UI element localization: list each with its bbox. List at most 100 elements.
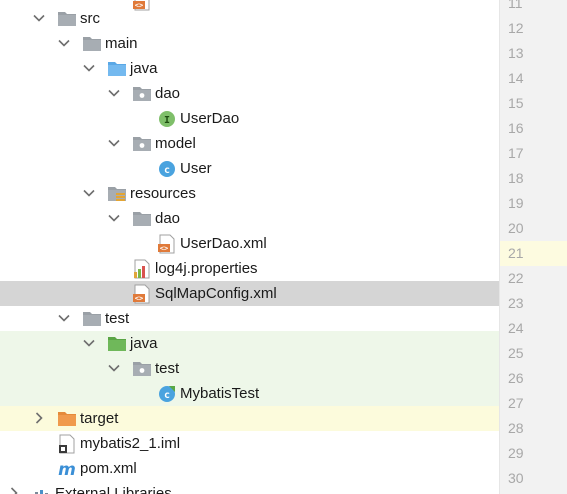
line-number: 26 [508, 370, 524, 386]
folder-gray-icon [82, 34, 102, 54]
tree-item-label: main [105, 35, 138, 52]
line-number: 28 [508, 420, 524, 436]
tree-item-label: model [155, 135, 196, 152]
line-number: 25 [508, 345, 524, 361]
chevron-down-icon[interactable] [82, 186, 96, 200]
svg-text:<>: <> [160, 245, 168, 253]
line-number: 20 [508, 220, 524, 236]
chevron-right-icon[interactable] [7, 486, 21, 494]
package-icon [132, 84, 152, 104]
chevron-down-icon[interactable] [107, 361, 121, 375]
tree-item-pom-xml[interactable]: m pom.xml [0, 456, 499, 481]
line-number: 24 [508, 320, 524, 336]
tree-item-resources[interactable]: resources [0, 181, 499, 206]
tree-item-resources-dao[interactable]: dao [0, 206, 499, 231]
chevron-down-icon[interactable] [57, 36, 71, 50]
chevron-down-icon[interactable] [107, 136, 121, 150]
maven-icon: m [57, 459, 77, 479]
package-icon [132, 134, 152, 154]
line-number: 11 [508, 0, 523, 11]
tree-item-label: MybatisTest [180, 385, 260, 402]
tree-item-label: resources [130, 185, 196, 202]
tree-item-model[interactable]: model [0, 131, 499, 156]
iml-file-icon [57, 434, 77, 454]
chevron-down-icon[interactable] [82, 336, 96, 350]
line-number: 12 [508, 20, 524, 36]
tree-item-label: SqlMapConfig.xml [155, 285, 277, 302]
tree-item-test-package[interactable]: test [0, 356, 499, 381]
line-number: 23 [508, 295, 524, 311]
project-tree[interactable]: <> src main java dao I UserDao model c User resour… [0, 0, 499, 494]
tree-item-label: log4j.properties [155, 260, 258, 277]
properties-file-icon [132, 259, 152, 279]
tree-item-java[interactable]: java [0, 56, 499, 81]
line-number: 22 [508, 270, 524, 286]
tree-item-userdao[interactable]: I UserDao [0, 106, 499, 131]
tree-item-label: mybatis2_1.iml [80, 435, 181, 452]
tree-item-label: dao [155, 210, 181, 227]
line-number: 17 [508, 145, 524, 161]
tree-item-label: src [80, 10, 100, 27]
tree-item-label: User [180, 160, 212, 177]
svg-text:I: I [164, 115, 170, 126]
tree-item-dao[interactable]: dao [0, 81, 499, 106]
folder-gray-icon [57, 9, 77, 29]
tree-item-main[interactable]: main [0, 31, 499, 56]
interface-icon: I [157, 109, 177, 129]
folder-green-icon [107, 334, 127, 354]
xml-file-icon: <> [157, 234, 177, 254]
line-number: 16 [508, 120, 524, 136]
chevron-down-icon[interactable] [57, 311, 71, 325]
package-icon [132, 359, 152, 379]
svg-text:c: c [164, 165, 170, 176]
tree-item-user[interactable]: c User [0, 156, 499, 181]
test-class-icon: c [157, 384, 177, 404]
line-number: 30 [508, 470, 524, 486]
svg-text:m: m [58, 460, 76, 479]
tree-item-mybatistest[interactable]: c MybatisTest [0, 381, 499, 406]
tree-item-label: External Libraries [55, 485, 172, 494]
line-number: 18 [508, 170, 524, 186]
tree-item-iml[interactable]: mybatis2_1.iml [0, 431, 499, 456]
line-number: 15 [508, 95, 524, 111]
chevron-down-icon[interactable] [32, 11, 46, 25]
resources-folder-icon [107, 184, 127, 204]
tree-item-label: java [130, 335, 158, 352]
editor-line-gutter: 11 12 13 14 15 16 17 18 19 20 21 22 23 24 25 26 27 28 29 30 [500, 0, 567, 494]
tree-item-label: UserDao [180, 110, 240, 127]
folder-gray-icon [82, 309, 102, 329]
tree-item-label: UserDao.xml [180, 235, 267, 252]
tree-item-src[interactable]: src [0, 6, 499, 31]
line-number: 19 [508, 195, 524, 211]
chevron-right-icon[interactable] [32, 411, 46, 425]
class-icon: c [157, 159, 177, 179]
line-number: 21 [500, 241, 567, 266]
tree-item-label: test [105, 310, 130, 327]
tree-item-userdao-xml[interactable]: <> UserDao.xml [0, 231, 499, 256]
line-number: 27 [508, 395, 524, 411]
line-number: 29 [508, 445, 524, 461]
libraries-icon [32, 484, 52, 494]
line-number: 13 [508, 45, 524, 61]
folder-gray-icon [132, 209, 152, 229]
tree-item-label: target [80, 410, 119, 427]
tree-item-label: test [155, 360, 180, 377]
chevron-down-icon[interactable] [107, 211, 121, 225]
tree-item-label: pom.xml [80, 460, 137, 477]
chevron-down-icon[interactable] [107, 86, 121, 100]
folder-blue-icon [107, 59, 127, 79]
tree-item-test[interactable]: test [0, 306, 499, 331]
tree-item-label: dao [155, 85, 181, 102]
line-number: 14 [508, 70, 524, 86]
tree-item-external-libraries[interactable]: External Libraries [0, 481, 499, 494]
svg-text:<>: <> [135, 295, 143, 303]
folder-orange-icon [57, 409, 77, 429]
tree-item-label: java [130, 60, 158, 77]
tree-item-sqlmapconfig-xml[interactable]: <> SqlMapConfig.xml [0, 281, 499, 306]
svg-text:c: c [164, 390, 170, 401]
xml-file-icon: <> [132, 284, 152, 304]
tree-item-log4j-properties[interactable]: log4j.properties [0, 256, 499, 281]
tree-item-target[interactable]: target [0, 406, 499, 431]
tree-item-test-java[interactable]: java [0, 331, 499, 356]
chevron-down-icon[interactable] [82, 61, 96, 75]
